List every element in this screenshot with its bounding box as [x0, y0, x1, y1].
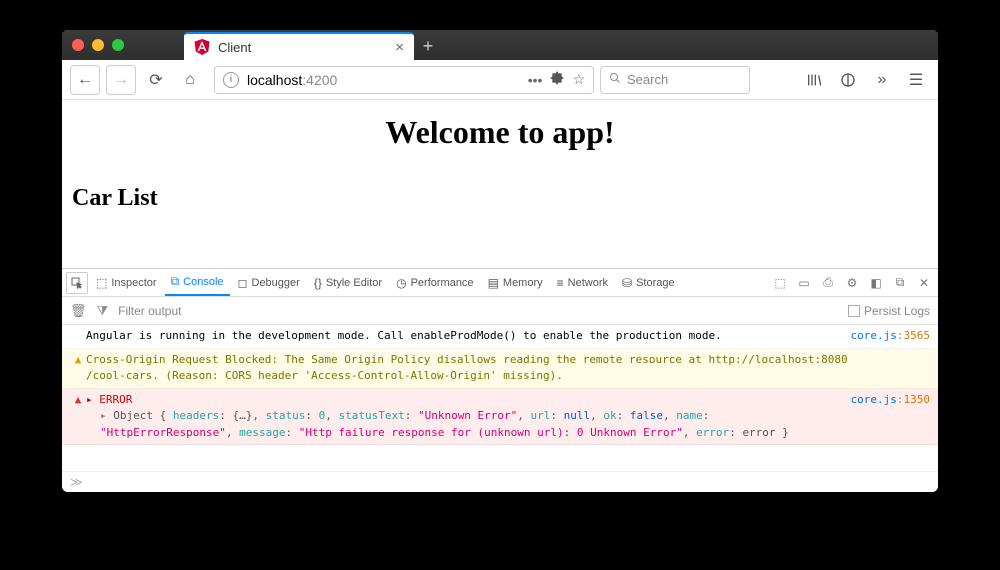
devtools-close-icon[interactable]: ✕ — [914, 273, 934, 293]
tab-inspector[interactable]: ⬚Inspector — [90, 270, 163, 296]
home-button[interactable]: ⌂ — [176, 66, 204, 94]
tab-client[interactable]: Client × — [184, 32, 414, 60]
console-prompt[interactable]: ≫ — [62, 471, 938, 492]
page-subtitle: Car List — [72, 185, 928, 212]
menu-icon[interactable]: ☰ — [902, 66, 930, 94]
tab-debugger[interactable]: ◻Debugger — [232, 270, 306, 296]
iframe-picker-icon[interactable]: ⬚ — [770, 273, 790, 293]
debugger-icon: ◻ — [238, 276, 248, 290]
search-box[interactable]: Search — [600, 66, 750, 94]
page-title: Welcome to app! — [72, 114, 928, 151]
overflow-icon[interactable]: » — [868, 66, 896, 94]
error-icon: ▲ — [70, 392, 86, 409]
clear-console-icon[interactable]: 🗑 — [70, 303, 87, 319]
console-output: Angular is running in the development mo… — [62, 325, 938, 471]
tab-close-icon[interactable]: × — [395, 39, 404, 56]
pocket-icon[interactable] — [550, 71, 564, 88]
persist-checkbox[interactable] — [848, 305, 860, 317]
console-warn-row: ▲ Cross-Origin Request Blocked: The Same… — [62, 349, 938, 389]
titlebar: Client × + — [62, 30, 938, 60]
sidebar-icon[interactable] — [834, 66, 862, 94]
element-picker-icon[interactable] — [66, 272, 88, 294]
forward-button[interactable]: → — [106, 65, 136, 95]
url-host: localhost — [247, 72, 302, 88]
performance-icon: ◷ — [396, 276, 406, 290]
maximize-window-button[interactable] — [112, 39, 124, 51]
browser-window: Client × + ← → ⟳ ⌂ i localhost:4200 ••• … — [62, 30, 938, 492]
url-port: :4200 — [302, 72, 337, 88]
minimize-window-button[interactable] — [92, 39, 104, 51]
tab-style-editor[interactable]: {}Style Editor — [308, 270, 388, 296]
console-filter-bar: 🗑 ⧩ Filter output Persist Logs — [62, 297, 938, 325]
console-icon: ⧉ — [171, 274, 180, 289]
persist-logs-toggle[interactable]: Persist Logs — [848, 304, 930, 318]
browser-tabs: Client × + — [184, 30, 442, 60]
nav-toolbar: ← → ⟳ ⌂ i localhost:4200 ••• ☆ Search — [62, 60, 938, 100]
tab-console[interactable]: ⧉Console — [165, 270, 230, 296]
search-placeholder: Search — [627, 72, 668, 87]
network-icon: ≡ — [557, 276, 564, 290]
page-content: Welcome to app! Car List — [62, 100, 938, 268]
dock-side-icon[interactable]: ◧ — [866, 273, 886, 293]
style-icon: {} — [314, 276, 322, 290]
new-tab-button[interactable]: + — [414, 32, 442, 60]
library-icon[interactable] — [800, 66, 828, 94]
tab-storage[interactable]: ⛁Storage — [616, 270, 681, 296]
screenshot-icon[interactable]: ⎙ — [818, 273, 838, 293]
error-object[interactable]: ▸ Object { headers: {…}, status: 0, stat… — [86, 408, 843, 441]
tab-network[interactable]: ≡Network — [551, 270, 614, 296]
filter-input[interactable]: Filter output — [118, 304, 181, 318]
devtools-tabbar: ⬚Inspector ⧉Console ◻Debugger {}Style Ed… — [62, 269, 938, 297]
devtools-panel: ⬚Inspector ⧉Console ◻Debugger {}Style Ed… — [62, 268, 938, 492]
address-bar[interactable]: i localhost:4200 ••• ☆ — [214, 66, 594, 94]
reload-button[interactable]: ⟳ — [142, 66, 170, 94]
filter-icon[interactable]: ⧩ — [97, 303, 109, 319]
dock-separate-icon[interactable]: ⧉ — [890, 273, 910, 293]
tab-memory[interactable]: ▤Memory — [482, 270, 549, 296]
tab-performance[interactable]: ◷Performance — [390, 270, 479, 296]
expand-arrow-icon[interactable]: ▸ — [86, 393, 93, 406]
angular-icon — [194, 39, 210, 55]
responsive-icon[interactable]: ▭ — [794, 273, 814, 293]
tab-label: Client — [218, 40, 251, 55]
window-controls — [72, 39, 124, 51]
console-error-row: ▲ ▸ ERROR ▸ Object { headers: {…}, statu… — [62, 389, 938, 446]
memory-icon: ▤ — [488, 276, 499, 290]
storage-icon: ⛁ — [622, 276, 632, 290]
bookmark-star-icon[interactable]: ☆ — [572, 71, 585, 88]
warning-icon: ▲ — [70, 352, 86, 369]
back-button[interactable]: ← — [70, 65, 100, 95]
close-window-button[interactable] — [72, 39, 84, 51]
search-icon — [609, 72, 621, 87]
inspector-icon: ⬚ — [96, 276, 107, 290]
console-log-row: Angular is running in the development mo… — [62, 325, 938, 349]
site-info-icon[interactable]: i — [223, 72, 239, 88]
settings-icon[interactable]: ⚙ — [842, 273, 862, 293]
page-actions-icon[interactable]: ••• — [528, 72, 543, 88]
